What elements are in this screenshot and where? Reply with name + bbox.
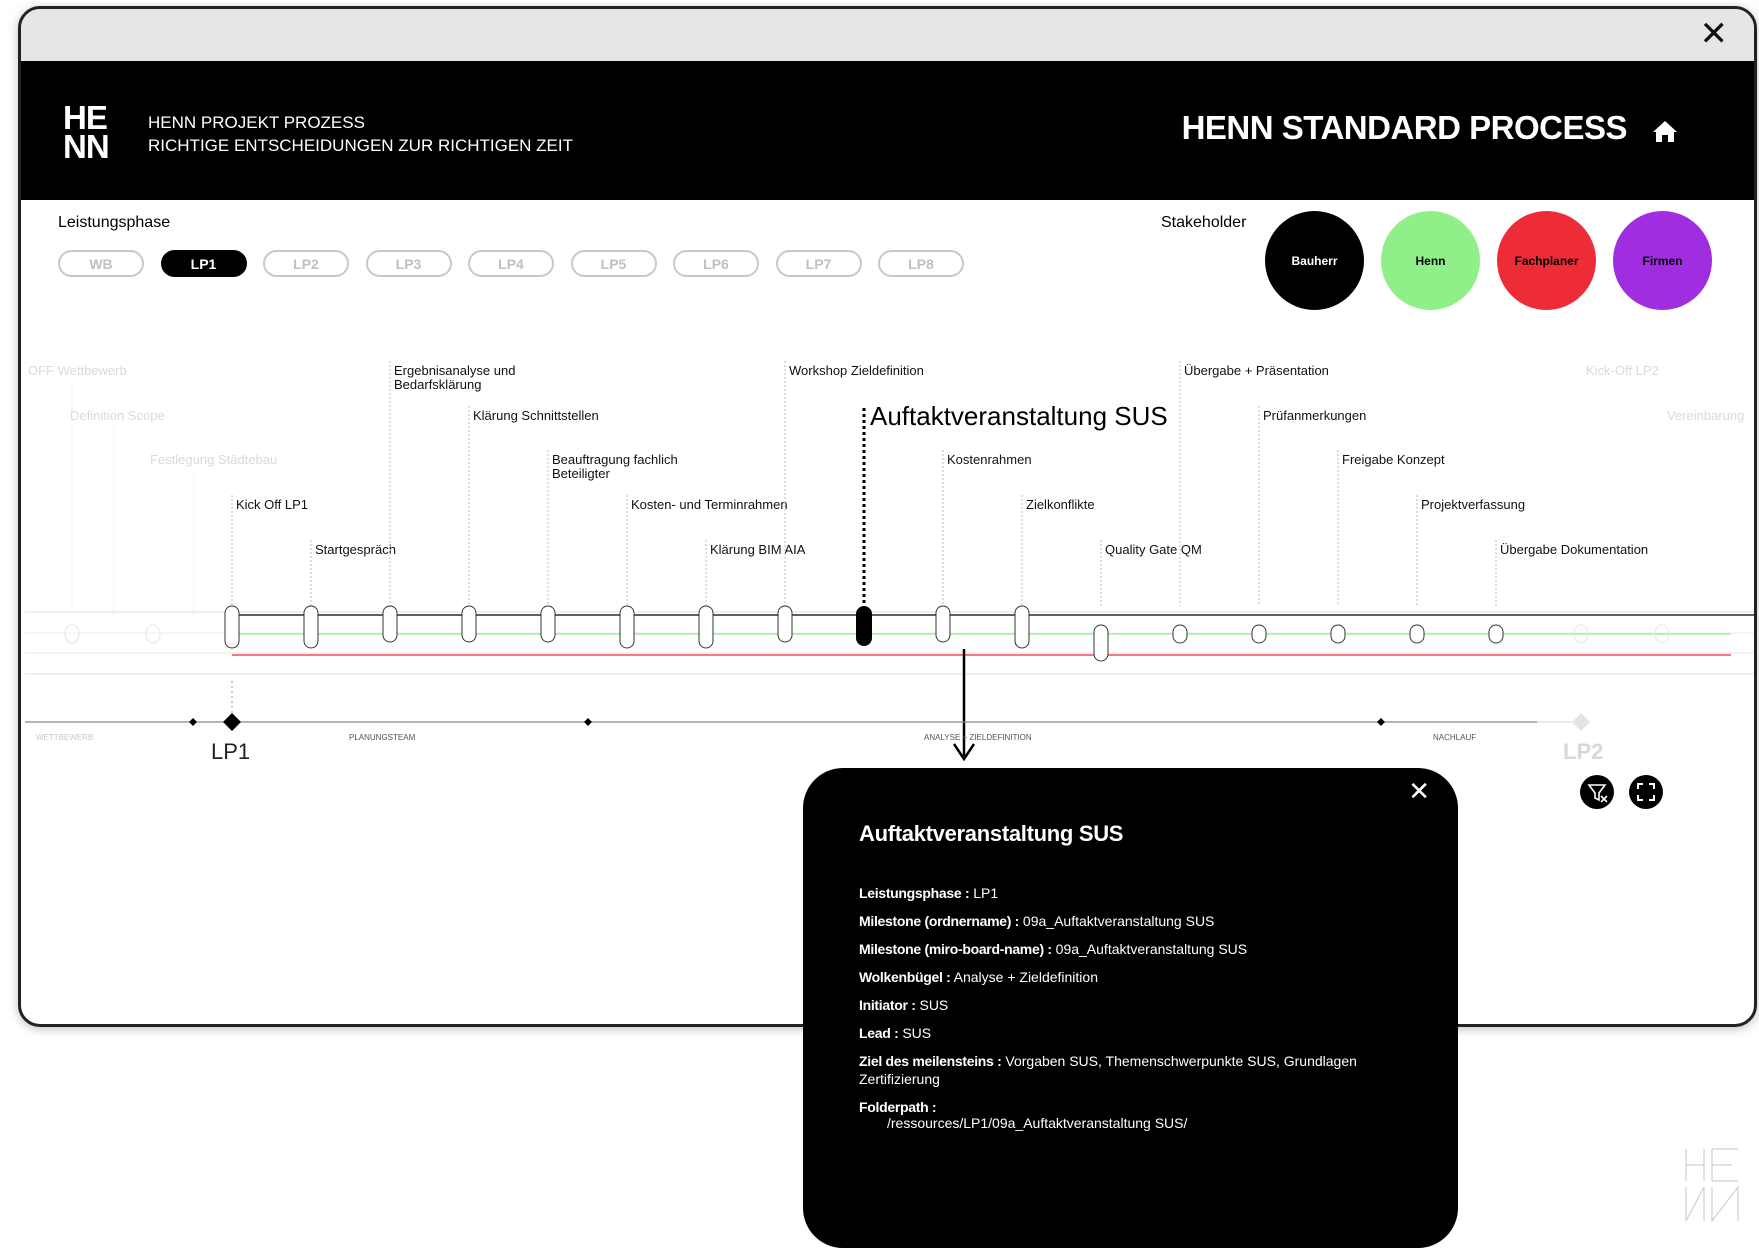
phase-bar-dot (189, 718, 197, 726)
fullscreen-button[interactable] (1629, 775, 1663, 809)
milestone-marker[interactable] (303, 605, 319, 649)
lp2-diamond (1572, 713, 1590, 731)
next-phase-label: LP2 (1563, 739, 1604, 764)
milestone-detail-popup: ✕ Auftaktveranstaltung SUS Leistungsphas… (803, 768, 1458, 1248)
phase-bar-dot (1377, 718, 1385, 726)
selected-milestone-label: Auftaktveranstaltung SUS (870, 401, 1168, 431)
popup-row: Initiator : SUS (859, 996, 1419, 1014)
milestone-label: Freigabe Konzept (1342, 452, 1445, 467)
milestone-label: Kick Off LP1 (236, 497, 308, 512)
milestone-label: Klärung BIM AIA (710, 542, 806, 557)
fullscreen-icon (1637, 783, 1655, 801)
milestone-marker[interactable] (540, 605, 556, 643)
filter-clear-button[interactable] (1580, 775, 1614, 809)
milestone-label: Bedarfsklärung (394, 377, 481, 392)
milestone-marker[interactable] (777, 605, 793, 643)
popup-row-key: Folderpath : (859, 1099, 937, 1115)
popup-row-key: Leistungsphase : (859, 885, 970, 901)
milestone-marker[interactable] (1409, 624, 1425, 644)
popup-row: Folderpath :/ressources/LP1/09a_Auftaktv… (859, 1098, 1419, 1132)
phase-bar-label: NACHLAUF (1433, 733, 1476, 742)
popup-row-key: Lead : (859, 1025, 899, 1041)
popup-row-key: Wolkenbügel : (859, 969, 951, 985)
popup-title: Auftaktveranstaltung SUS (859, 821, 1124, 846)
popup-row: Lead : SUS (859, 1024, 1419, 1042)
milestone-label: Startgespräch (315, 542, 396, 557)
phase-bar-dot (584, 718, 592, 726)
popup-close-button[interactable]: ✕ (1408, 776, 1430, 807)
popup-row-value: SUS (898, 1025, 932, 1041)
milestone-label: Übergabe + Präsentation (1184, 363, 1329, 378)
popup-row-key: Milestone (ordnername) : (859, 913, 1020, 929)
milestone-label: Kosten- und Terminrahmen (631, 497, 788, 512)
milestone-label: Übergabe Dokumentation (1500, 542, 1648, 557)
henn-watermark-logo (1685, 1148, 1739, 1223)
milestone-marker[interactable] (382, 605, 398, 643)
faded-milestone-label: Festlegung Städtebau (150, 452, 277, 467)
lp1-diamond (223, 713, 241, 731)
milestone-label: Workshop Zieldefinition (789, 363, 924, 378)
popup-row-value: SUS (915, 997, 949, 1013)
milestone-marker[interactable] (1093, 624, 1109, 662)
milestone-label: Ergebnisanalyse und (394, 363, 515, 378)
milestone-label: Prüfanmerkungen (1263, 408, 1366, 423)
faded-milestone-label: Definition Scope (70, 408, 165, 423)
milestone-label: Beteiligter (552, 466, 610, 481)
faded-milestone-label: OFF Wettbewerb (28, 363, 127, 378)
milestone-label: Projektverfassung (1421, 497, 1525, 512)
phase-bar-label: ANALYSE + ZIELDEFINITION (924, 733, 1032, 742)
milestone-label: Klärung Schnittstellen (473, 408, 599, 423)
faded-milestone-label: Kick-Off LP2 (1586, 363, 1659, 378)
popup-details: Leistungsphase : LP1 Milestone (ordnernam… (859, 884, 1419, 1142)
popup-row-value: 09a_Auftaktveranstaltung SUS (1019, 913, 1215, 929)
milestone-label: Zielkonflikte (1026, 497, 1095, 512)
faded-milestone-marker (145, 624, 161, 644)
milestone-marker[interactable] (461, 605, 477, 643)
popup-row-key: Initiator : (859, 997, 916, 1013)
phase-bar-label: WETTBEWERB (36, 733, 93, 742)
popup-row: Milestone (miro-board-name) : 09a_Auftak… (859, 940, 1419, 958)
milestone-marker[interactable] (935, 605, 951, 643)
milestone-marker[interactable] (1172, 624, 1188, 644)
milestone-marker[interactable] (619, 605, 635, 649)
milestone-marker[interactable] (1014, 605, 1030, 649)
folder-path-value[interactable]: /ressources/LP1/09a_Auftaktveranstaltung… (859, 1114, 1419, 1132)
milestone-label: Kostenrahmen (947, 452, 1032, 467)
faded-milestone-marker (64, 624, 80, 644)
popup-row-key: Ziel des meilensteins : (859, 1053, 1002, 1069)
milestone-label: Quality Gate QM (1105, 542, 1202, 557)
milestone-marker[interactable] (1251, 624, 1267, 644)
milestone-marker[interactable] (698, 605, 714, 649)
popup-row-value: 09a_Auftaktveranstaltung SUS (1051, 941, 1248, 957)
milestone-marker[interactable] (1488, 624, 1504, 644)
filter-clear-icon (1587, 784, 1608, 803)
popup-row: Leistungsphase : LP1 (859, 884, 1419, 902)
current-phase-label: LP1 (211, 739, 251, 764)
milestone-marker[interactable] (1330, 624, 1346, 644)
phase-bar-label: PLANUNGSTEAM (349, 733, 416, 742)
popup-row-value: LP1 (969, 885, 999, 901)
milestone-label: Beauftragung fachlich (552, 452, 678, 467)
milestone-marker[interactable] (224, 605, 240, 649)
faded-milestone-label: Vereinbarung (1667, 408, 1744, 423)
popup-row-value: Analyse + Zieldefinition (950, 969, 1098, 985)
popup-row: Wolkenbügel : Analyse + Zieldefinition (859, 968, 1419, 986)
popup-row: Milestone (ordnername) : 09a_Auftaktvera… (859, 912, 1419, 930)
selected-milestone-marker[interactable] (856, 606, 872, 646)
popup-row-key: Milestone (miro-board-name) : (859, 941, 1052, 957)
popup-row: Ziel des meilensteins : Vorgaben SUS, Th… (859, 1052, 1419, 1088)
